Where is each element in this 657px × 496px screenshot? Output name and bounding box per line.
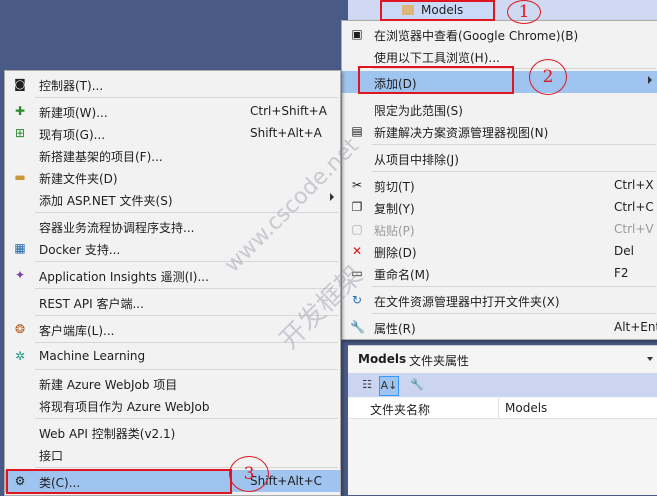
add-item-new-folder[interactable]: ▬ 新建文件夹(D) — [5, 166, 340, 188]
controller-icon: ◙ — [14, 77, 26, 91]
add-item-interface[interactable]: 接口 — [5, 443, 340, 465]
existing-item-icon: ⊞ — [14, 126, 26, 140]
new-folder-icon: ▬ — [14, 170, 26, 184]
add-item-webapi-controller[interactable]: Web API 控制器类(v2.1) — [5, 421, 340, 443]
menu-item-delete[interactable]: ✕ 删除(D) Del — [342, 240, 657, 262]
browser-icon: ▣ — [351, 27, 363, 41]
menu-item-copy[interactable]: ❐ 复制(Y) Ctrl+C — [342, 196, 657, 218]
new-item-icon: ✚ — [14, 104, 26, 118]
properties-toolbar: ☷ A↓ 🔧 — [348, 373, 657, 397]
properties-subtitle: 文件夹属性 — [409, 354, 470, 368]
menu-item-properties[interactable]: 🔧 属性(R) Alt+Enter — [342, 316, 657, 338]
properties-icon: 🔧 — [350, 320, 365, 334]
annotation-box-add — [358, 66, 514, 94]
menu-item-new-solution-view[interactable]: ▤ 新建解决方案资源管理器视图(N) — [342, 120, 657, 142]
menu-item-scope-to-this[interactable]: 限定为此范围(S) — [342, 98, 657, 120]
cut-icon: ✂ — [351, 178, 363, 192]
submenu-arrow-icon — [330, 193, 334, 201]
menu-item-rename[interactable]: ▭ 重命名(M) F2 — [342, 262, 657, 284]
menu-item-open-in-explorer[interactable]: ↻ 在文件资源管理器中打开文件夹(X) — [342, 289, 657, 311]
annotation-circle-2: 2 — [529, 59, 567, 95]
solution-view-icon: ▤ — [351, 124, 363, 138]
add-item-docker[interactable]: ▦ Docker 支持... — [5, 237, 340, 259]
property-value[interactable]: Models — [505, 401, 547, 415]
menu-item-exclude-from-project[interactable]: 从项目中排除(J) — [342, 147, 657, 169]
categorized-icon[interactable]: ☷ — [358, 376, 376, 394]
add-item-existing-webjob[interactable]: 将现有项目作为 Azure WebJob — [5, 394, 340, 416]
chevron-down-icon[interactable] — [647, 357, 653, 361]
annotation-box-class — [6, 469, 232, 494]
properties-header: Models 文件夹属性 — [348, 346, 657, 372]
menu-item-browse-with[interactable]: 使用以下工具浏览(H)... — [342, 45, 657, 67]
annotation-circle-1: 1 — [507, 0, 541, 24]
add-item-new-webjob[interactable]: 新建 Azure WebJob 项目 — [5, 372, 340, 394]
menu-item-paste[interactable]: ▢ 粘贴(P) Ctrl+V — [342, 218, 657, 240]
annotation-circle-3: 3 — [229, 456, 269, 492]
add-item-controller[interactable]: ◙ 控制器(T)... — [5, 73, 340, 95]
insights-icon: ✦ — [14, 268, 26, 282]
alphabetical-icon[interactable]: A↓ — [379, 376, 399, 396]
paste-icon: ▢ — [351, 222, 363, 236]
ml-icon: ✲ — [14, 349, 26, 363]
properties-panel: Models 文件夹属性 ☷ A↓ 🔧 文件夹名称 Models — [348, 345, 657, 495]
submenu-arrow-icon — [648, 76, 652, 84]
delete-icon: ✕ — [351, 244, 363, 258]
add-item-scaffolded[interactable]: 新搭建基架的项目(F)... — [5, 144, 340, 166]
properties-title: Models — [358, 352, 407, 366]
add-item-existing-item[interactable]: ⊞ 现有项(G)... Shift+Alt+A — [5, 122, 340, 144]
client-library-icon: ❂ — [14, 322, 26, 336]
add-item-new-item[interactable]: ✚ 新建项(W)... Ctrl+Shift+A — [5, 100, 340, 122]
annotation-box-models — [380, 0, 495, 21]
property-row-folder-name[interactable]: 文件夹名称 Models — [348, 398, 657, 419]
menu-item-cut[interactable]: ✂ 剪切(T) Ctrl+X — [342, 174, 657, 196]
copy-icon: ❐ — [351, 200, 363, 214]
add-item-app-insights[interactable]: ✦ Application Insights 遥测(I)... — [5, 264, 340, 286]
menu-item-view-in-browser[interactable]: ▣ 在浏览器中查看(Google Chrome)(B) — [342, 23, 657, 45]
add-submenu: ◙ 控制器(T)... ✚ 新建项(W)... Ctrl+Shift+A ⊞ 现… — [4, 70, 341, 496]
property-key: 文件夹名称 — [370, 403, 431, 417]
docker-icon: ▦ — [14, 241, 26, 255]
property-pages-icon[interactable]: 🔧 — [408, 376, 426, 394]
